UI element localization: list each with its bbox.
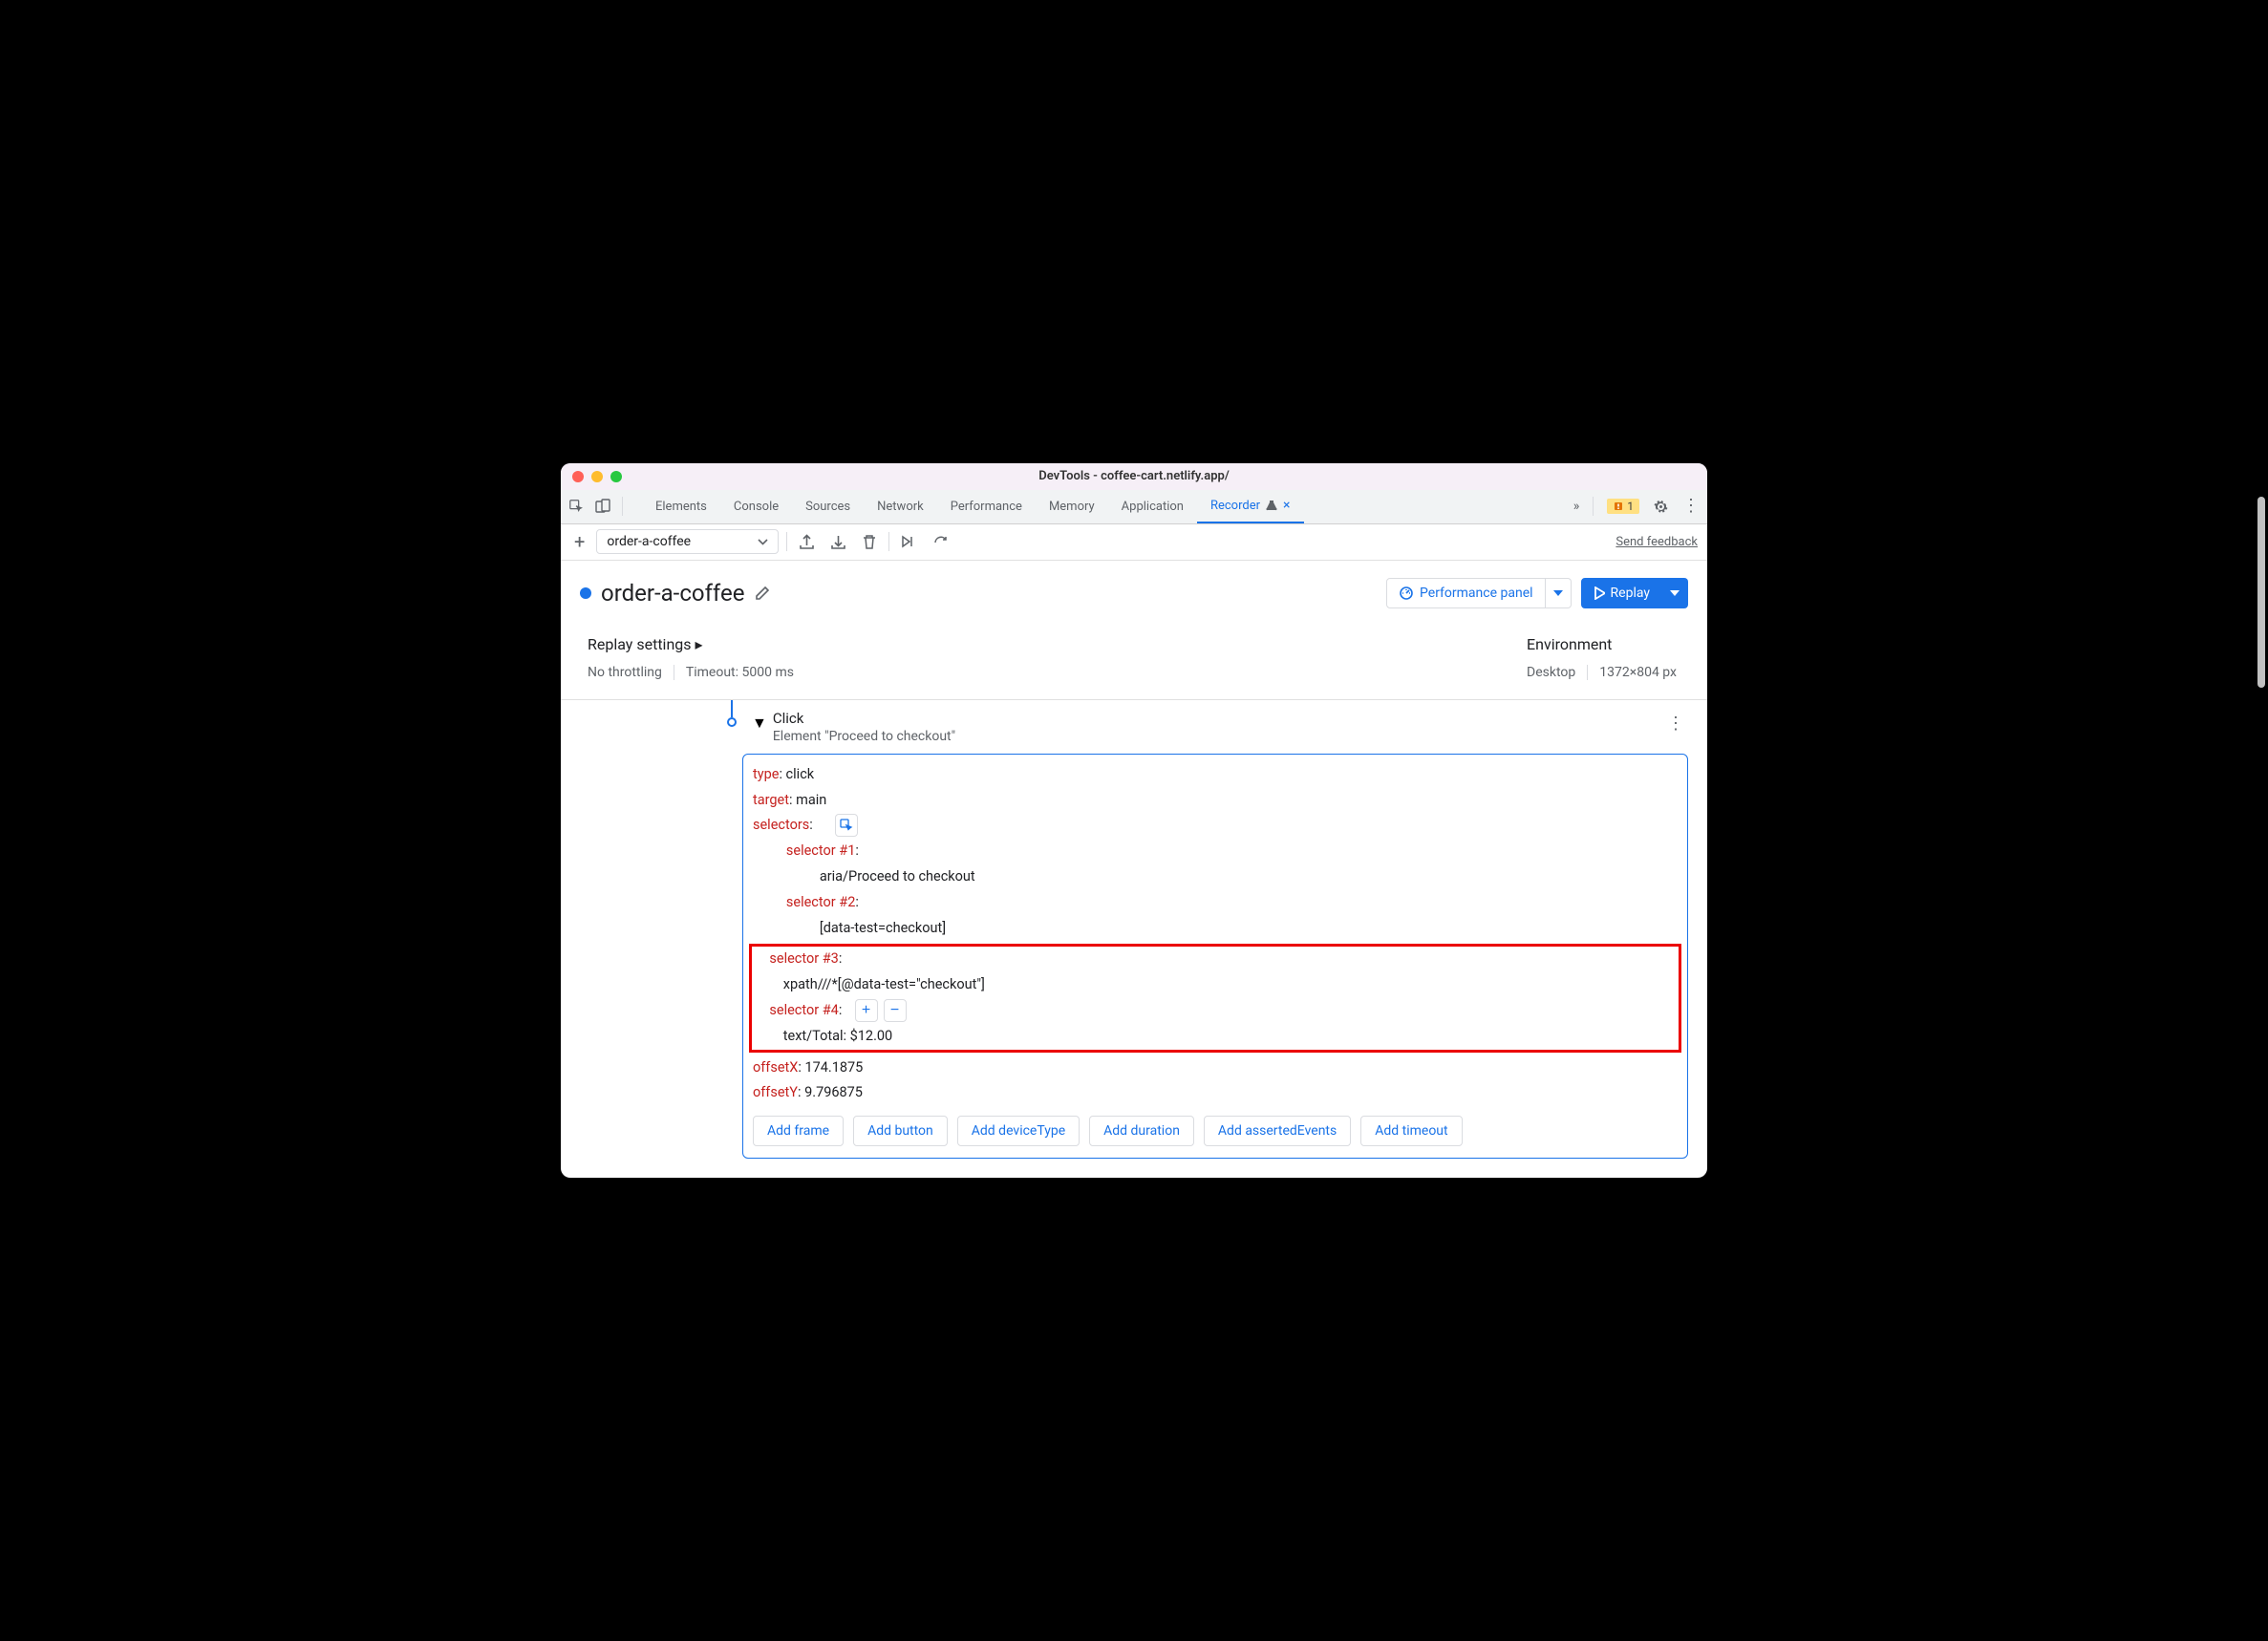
tab-elements[interactable]: Elements	[642, 489, 720, 523]
minimize-window-button[interactable]	[591, 471, 603, 482]
remove-selector-button[interactable]: −	[884, 999, 907, 1022]
divider	[888, 532, 889, 551]
replay-group: Replay	[1581, 578, 1688, 608]
play-icon	[1594, 586, 1605, 600]
devtools-window: DevTools - coffee-cart.netlify.app/ Elem…	[561, 463, 1707, 1179]
tab-network[interactable]: Network	[864, 489, 937, 523]
window-title: DevTools - coffee-cart.netlify.app/	[1038, 469, 1230, 483]
settings-icon[interactable]	[1653, 499, 1669, 515]
add-frame-button[interactable]: Add frame	[753, 1116, 844, 1146]
recording-title: order-a-coffee	[601, 580, 744, 607]
timeout-value: Timeout: 5000 ms	[686, 665, 805, 680]
inspect-tools	[568, 497, 642, 516]
steps-area: ▼ Click Element "Proceed to checkout" ⋮ …	[561, 700, 1707, 1179]
env-size: 1372×804 px	[1599, 665, 1688, 680]
titlebar: DevTools - coffee-cart.netlify.app/	[561, 463, 1707, 490]
replay-dropdown[interactable]	[1662, 578, 1688, 608]
status-dot	[580, 587, 591, 599]
performance-panel-dropdown[interactable]	[1546, 578, 1572, 608]
add-property-buttons: Add frame Add button Add deviceType Add …	[753, 1116, 1678, 1146]
edit-icon[interactable]	[754, 585, 771, 602]
traffic-lights	[572, 471, 622, 482]
inspect-icon[interactable]	[568, 499, 584, 514]
settings-bar: Replay settings ▸ No throttling Timeout:…	[561, 626, 1707, 700]
gauge-icon	[1399, 586, 1414, 601]
more-tabs-icon[interactable]: »	[1573, 499, 1580, 514]
environment-label: Environment	[1527, 635, 1688, 653]
tab-performance[interactable]: Performance	[937, 489, 1036, 523]
add-devicetype-button[interactable]: Add deviceType	[957, 1116, 1080, 1146]
export-icon[interactable]	[795, 530, 819, 554]
add-selector-button[interactable]: +	[855, 999, 878, 1022]
step-play-icon[interactable]	[897, 530, 922, 553]
step-title: Click	[773, 710, 955, 727]
step-header[interactable]: ▼ Click Element "Proceed to checkout" ⋮	[742, 700, 1688, 754]
tab-console[interactable]: Console	[720, 489, 792, 523]
add-duration-button[interactable]: Add duration	[1089, 1116, 1194, 1146]
tab-application[interactable]: Application	[1108, 489, 1197, 523]
performance-panel-button[interactable]: Performance panel	[1386, 578, 1546, 608]
tab-sources[interactable]: Sources	[792, 489, 864, 523]
replay-again-icon[interactable]	[930, 531, 954, 552]
timeline-line	[731, 700, 733, 717]
device-icon[interactable]	[595, 499, 610, 514]
send-feedback-link[interactable]: Send feedback	[1615, 535, 1698, 549]
tab-label: Recorder	[1210, 499, 1260, 513]
timeline	[580, 700, 742, 1160]
tab-memory[interactable]: Memory	[1036, 489, 1108, 523]
step-subtitle: Element "Proceed to checkout"	[773, 729, 955, 744]
divider	[622, 497, 623, 516]
recording-name: order-a-coffee	[607, 534, 691, 549]
delete-icon[interactable]	[858, 530, 881, 554]
close-window-button[interactable]	[572, 471, 584, 482]
caret-down-icon: ▼	[752, 714, 767, 733]
maximize-window-button[interactable]	[610, 471, 622, 482]
chevron-down-icon	[758, 539, 768, 545]
performance-panel-group: Performance panel	[1386, 578, 1572, 608]
replay-settings-toggle[interactable]: Replay settings ▸	[588, 635, 805, 653]
step-code: type: click target: main selectors: sele…	[753, 762, 1678, 1107]
step-body: type: click target: main selectors: sele…	[742, 754, 1688, 1160]
highlighted-selectors: selector #3: xpath///*[@data-test="check…	[749, 944, 1681, 1052]
add-timeout-button[interactable]: Add timeout	[1360, 1116, 1462, 1146]
kebab-menu-icon[interactable]: ⋮	[1682, 498, 1700, 515]
divider	[786, 532, 787, 551]
recording-header: order-a-coffee Performance panel Replay	[561, 561, 1707, 626]
throttling-value: No throttling	[588, 665, 674, 680]
recorder-toolbar: + order-a-coffee Send feedback	[561, 524, 1707, 561]
timeline-dot	[727, 717, 737, 727]
replay-button[interactable]: Replay	[1581, 578, 1662, 608]
caret-right-icon: ▸	[695, 635, 703, 653]
env-device: Desktop	[1527, 665, 1588, 680]
close-tab-icon[interactable]: ×	[1283, 498, 1290, 513]
add-button-button[interactable]: Add button	[853, 1116, 948, 1146]
pick-selector-button[interactable]	[835, 814, 858, 837]
add-assertedevents-button[interactable]: Add assertedEvents	[1204, 1116, 1351, 1146]
step-menu-icon[interactable]: ⋮	[1663, 710, 1688, 737]
recording-selector[interactable]: order-a-coffee	[596, 529, 779, 554]
add-recording-icon[interactable]: +	[570, 526, 588, 557]
import-icon[interactable]	[826, 530, 850, 554]
panel-tabs: Elements Console Sources Network Perform…	[561, 490, 1707, 524]
divider	[1593, 497, 1594, 516]
tab-recorder[interactable]: Recorder ×	[1197, 489, 1304, 523]
warnings-badge[interactable]: 1	[1607, 499, 1639, 514]
flask-icon	[1266, 500, 1277, 511]
